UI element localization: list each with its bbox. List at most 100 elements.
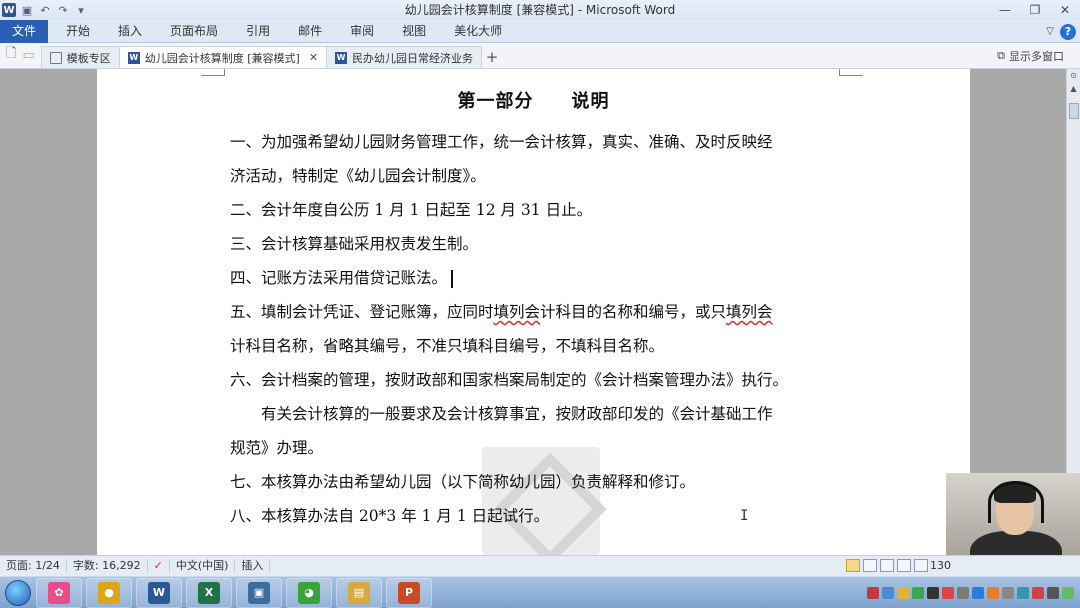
multi-window-label: 显示多窗口 <box>1009 50 1064 63</box>
tray-icon[interactable] <box>1047 587 1059 599</box>
insert-mode[interactable]: 插入 <box>235 559 271 573</box>
doc-tab-business[interactable]: W 民办幼儿园日常经济业务 <box>326 46 483 68</box>
taskbar-app-powerpoint[interactable]: P <box>386 577 432 608</box>
tray-icon[interactable] <box>957 587 969 599</box>
restore-button[interactable]: ❐ <box>1020 0 1050 20</box>
tab-page-layout[interactable]: 页面布局 <box>156 20 232 43</box>
print-layout-view-icon[interactable] <box>846 559 860 572</box>
ribbon-right-controls: ▽ ? <box>1046 20 1076 43</box>
taskbar-app-wechat[interactable]: ◕ <box>286 577 332 608</box>
tray-icon[interactable] <box>927 587 939 599</box>
window-controls: — ❐ ✕ <box>990 0 1080 20</box>
zoom-level[interactable]: 130 <box>930 559 951 572</box>
proofing-status[interactable]: ✓ <box>148 559 170 573</box>
tab-insert[interactable]: 插入 <box>104 20 156 43</box>
chrome-icon: ● <box>98 581 120 604</box>
tab-file[interactable]: 文件 <box>0 19 49 43</box>
explorer-icon: ▤ <box>348 581 370 604</box>
taskbar-app-picasa[interactable]: ✿ <box>36 577 82 608</box>
proofing-icon: ✓ <box>153 559 163 572</box>
help-icon[interactable]: ? <box>1060 23 1076 40</box>
tab-view[interactable]: 视图 <box>388 20 440 43</box>
scroll-up-icon[interactable]: ▲ <box>1067 82 1080 95</box>
picasa-icon: ✿ <box>48 581 70 604</box>
ruler-toggle-icon[interactable]: ⊙ <box>1067 69 1080 82</box>
powerpoint-icon: P <box>398 581 420 604</box>
word-app-icon[interactable]: W <box>2 3 16 17</box>
headset-icon <box>988 481 1044 523</box>
document-area: 第一部分 说明 一、为加强希望幼儿园财务管理工作，统一会计核算，真实、准确、及时… <box>0 69 1066 555</box>
paragraph-line: 七、本核算办法由希望幼儿园（以下简称幼儿园）负责解释和修订。 <box>230 473 696 491</box>
quick-access-toolbar: W ▣ ↶ ↷ ▾ <box>0 0 88 20</box>
tab-home[interactable]: 开始 <box>52 20 104 43</box>
tray-icon[interactable] <box>1062 587 1074 599</box>
excel-icon: X <box>198 581 220 604</box>
minimize-button[interactable]: — <box>990 0 1020 20</box>
scroll-thumb[interactable] <box>1069 103 1079 119</box>
start-button[interactable] <box>0 577 36 608</box>
language-status[interactable]: 中文(中国) <box>170 559 236 573</box>
paragraph-line: 一、为加强希望幼儿园财务管理工作，统一会计核算，真实、准确、及时反映经 <box>230 133 773 151</box>
taskbar-apps: ✿ ● W X ▣ ◕ ▤ P <box>36 577 436 608</box>
save-icon[interactable]: ▣ <box>20 3 34 17</box>
windows-taskbar: ✿ ● W X ▣ ◕ ▤ P <box>0 576 1080 608</box>
status-bar: 页面: 1/24 字数: 16,292 ✓ 中文(中国) 插入 130 <box>0 555 1080 576</box>
tab-beautify-master[interactable]: 美化大师 <box>440 20 516 43</box>
close-tab-icon[interactable]: ✕ <box>309 51 318 64</box>
redo-icon[interactable]: ↷ <box>56 3 70 17</box>
tray-icon[interactable] <box>912 587 924 599</box>
title-bar: W ▣ ↶ ↷ ▾ 幼儿园会计核算制度 [兼容模式] - Microsoft W… <box>0 0 1080 20</box>
word-window: W ▣ ↶ ↷ ▾ 幼儿园会计核算制度 [兼容模式] - Microsoft W… <box>0 0 1080 608</box>
home-icon <box>49 51 62 64</box>
doc-tab-tools: 🗋 ▭ <box>0 42 41 68</box>
paragraph-line: 有关会计核算的一般要求及会计核算事宜，按财政部印发的《会计基础工作 <box>230 405 773 423</box>
customize-toolbar-icon[interactable]: ▾ <box>74 3 88 17</box>
word-doc-icon: W <box>335 51 348 64</box>
taskbar-app-excel[interactable]: X <box>186 577 232 608</box>
tab-mailings[interactable]: 邮件 <box>284 20 336 43</box>
paragraph-line: 计科目名称，省略其编号，不准只填科目编号，不填科目名称。 <box>230 337 665 355</box>
tray-icon[interactable] <box>1032 587 1044 599</box>
doc-tab-current[interactable]: W 幼儿园会计核算制度 [兼容模式] ✕ <box>118 46 328 68</box>
tray-icon[interactable] <box>987 587 999 599</box>
outline-view-icon[interactable] <box>897 559 911 572</box>
window-title: 幼儿园会计核算制度 [兼容模式] - Microsoft Word <box>404 3 676 17</box>
document-tab-bar: 🗋 ▭ 模板专区 W 幼儿园会计核算制度 [兼容模式] ✕ W 民办幼儿园日常经… <box>0 43 1080 69</box>
tray-icon[interactable] <box>942 587 954 599</box>
word-doc-icon: W <box>127 51 140 64</box>
taskbar-app-word[interactable]: W <box>136 577 182 608</box>
multi-window-button[interactable]: ⧉ 显示多窗口 <box>997 43 1064 69</box>
tray-icon[interactable] <box>897 587 909 599</box>
tray-icon[interactable] <box>867 587 879 599</box>
web-layout-view-icon[interactable] <box>880 559 894 572</box>
doc-tab-templates[interactable]: 模板专区 <box>40 46 120 68</box>
new-doc-icon[interactable]: 🗋 <box>6 44 16 66</box>
close-button[interactable]: ✕ <box>1050 0 1080 20</box>
paragraph-line: 八、本核算办法自 20*3 年 1 月 1 日起试行。 <box>230 507 550 525</box>
doc-tab-label: 幼儿园会计核算制度 [兼容模式] <box>144 51 300 65</box>
tab-review[interactable]: 审阅 <box>336 20 388 43</box>
word-count[interactable]: 字数: 16,292 <box>67 559 148 573</box>
word-icon: W <box>148 581 170 604</box>
page-corner-mark <box>839 69 863 76</box>
ribbon-collapse-icon[interactable]: ▽ <box>1046 26 1054 37</box>
document-page[interactable]: 第一部分 说明 一、为加强希望幼儿园财务管理工作，统一会计核算，真实、准确、及时… <box>97 69 970 555</box>
taskbar-app-chrome[interactable]: ● <box>86 577 132 608</box>
taskbar-app-explorer[interactable]: ▤ <box>336 577 382 608</box>
tray-icon[interactable] <box>972 587 984 599</box>
page-count[interactable]: 页面: 1/24 <box>0 559 67 573</box>
full-screen-reading-view-icon[interactable] <box>863 559 877 572</box>
open-folder-icon[interactable]: ▭ <box>22 48 34 63</box>
tab-references[interactable]: 引用 <box>232 20 284 43</box>
tray-icon[interactable] <box>882 587 894 599</box>
tray-icon[interactable] <box>1017 587 1029 599</box>
windows-orb-icon <box>5 579 31 606</box>
draft-view-icon[interactable] <box>914 559 928 572</box>
taskbar-app-media-player[interactable]: ▣ <box>236 577 282 608</box>
tray-icon[interactable] <box>1002 587 1014 599</box>
system-tray <box>867 577 1080 608</box>
new-tab-button[interactable]: + <box>481 46 503 68</box>
undo-icon[interactable]: ↶ <box>38 3 52 17</box>
paragraph-line: 规范》办理。 <box>230 439 324 457</box>
mouse-ibeam-cursor: I <box>740 508 749 524</box>
